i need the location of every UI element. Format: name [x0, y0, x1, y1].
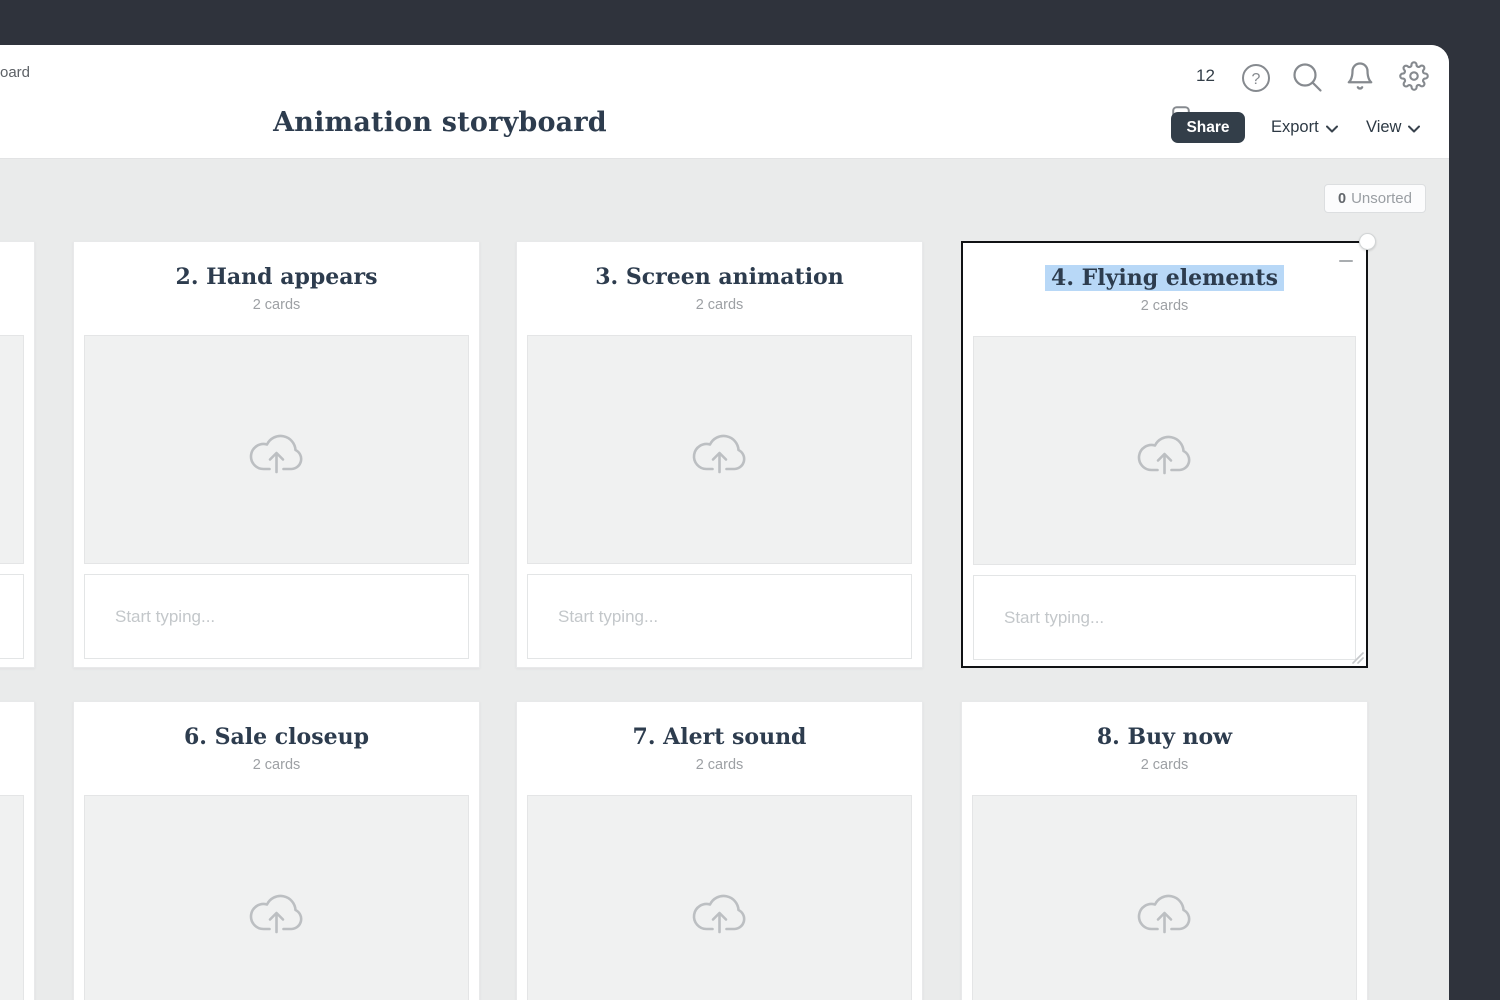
- upload-cloud-icon: [244, 422, 310, 478]
- card-count-label: 2 cards: [963, 298, 1366, 314]
- card-title-text: 6. Sale closeup: [184, 724, 369, 750]
- card-count-label: 2 cards: [962, 757, 1367, 773]
- export-button-label: Export: [1271, 118, 1319, 137]
- storyboard-card[interactable]: Start typing...: [0, 241, 35, 668]
- collapse-card-button[interactable]: [1339, 260, 1353, 262]
- image-drop-zone[interactable]: [0, 335, 24, 564]
- settings-gear-icon[interactable]: [1399, 61, 1429, 91]
- storyboard-canvas: 0 Unsorted Start typing... 2. Hand appea…: [0, 158, 1449, 1000]
- card-title[interactable]: 8. Buy now: [962, 724, 1367, 750]
- storyboard-card[interactable]: Start typing...: [0, 701, 35, 1000]
- upload-cloud-icon: [1132, 423, 1198, 479]
- storyboard-card[interactable]: 2. Hand appears 2 cards Start typing...: [73, 241, 480, 668]
- upload-cloud-icon: [244, 882, 310, 938]
- card-title[interactable]: 6. Sale closeup: [74, 724, 479, 750]
- card-text-input[interactable]: Start typing...: [527, 574, 912, 659]
- card-title-text: 2. Hand appears: [176, 264, 378, 290]
- unsorted-label: Unsorted: [1351, 190, 1412, 207]
- image-drop-zone[interactable]: [973, 336, 1356, 565]
- view-button[interactable]: View: [1366, 112, 1420, 143]
- card-count-label: 2 cards: [74, 297, 479, 313]
- card-title-text: 4. Flying elements: [1045, 265, 1284, 291]
- card-title[interactable]: 3. Screen animation: [517, 264, 922, 290]
- export-button[interactable]: Export: [1271, 112, 1338, 143]
- storyboard-card[interactable]: 3. Screen animation 2 cards Start typing…: [516, 241, 923, 668]
- chevron-down-icon: [1408, 125, 1420, 133]
- image-drop-zone[interactable]: [84, 795, 469, 1000]
- image-drop-zone[interactable]: [527, 335, 912, 564]
- resize-handle-dot[interactable]: [1359, 233, 1376, 250]
- card-text-input[interactable]: Start typing...: [973, 575, 1356, 660]
- image-drop-zone[interactable]: [84, 335, 469, 564]
- storyboard-card[interactable]: 6. Sale closeup 2 cards Start typing...: [73, 701, 480, 1000]
- card-text-input[interactable]: Start typing...: [0, 574, 24, 659]
- card-count-label: 2 cards: [74, 757, 479, 773]
- upload-cloud-icon: [687, 882, 753, 938]
- upload-cloud-icon: [1132, 882, 1198, 938]
- unsorted-badge[interactable]: 0 Unsorted: [1324, 184, 1426, 213]
- image-drop-zone[interactable]: [972, 795, 1357, 1000]
- svg-text:?: ?: [1252, 71, 1261, 88]
- help-icon[interactable]: ?: [1241, 63, 1271, 93]
- storyboard-card[interactable]: 7. Alert sound 2 cards Start typing...: [516, 701, 923, 1000]
- card-title-text: 3. Screen animation: [595, 264, 843, 290]
- image-drop-zone[interactable]: [0, 795, 24, 1000]
- card-title[interactable]: 2. Hand appears: [74, 264, 479, 290]
- card-title[interactable]: 7. Alert sound: [517, 724, 922, 750]
- resize-grip-icon[interactable]: [1350, 650, 1364, 664]
- storyboard-card[interactable]: 8. Buy now 2 cards Start typing...: [961, 701, 1368, 1000]
- storyboard-card[interactable]: 4. Flying elements 2 cards Start typing.…: [961, 241, 1368, 668]
- board-count-label: 12: [1196, 66, 1215, 86]
- screen: { "window": { "breadcrumb_tail": "oard",…: [0, 0, 1500, 1000]
- app-header: oard Animation storyboard 12 ?: [0, 45, 1449, 158]
- page-title[interactable]: Animation storyboard: [140, 107, 740, 138]
- upload-cloud-icon: [687, 422, 753, 478]
- card-title-text: 7. Alert sound: [633, 724, 807, 750]
- app-window: oard Animation storyboard 12 ?: [0, 45, 1449, 1000]
- share-button[interactable]: Share: [1171, 112, 1245, 143]
- card-title[interactable]: 4. Flying elements: [963, 265, 1366, 291]
- image-drop-zone[interactable]: [527, 795, 912, 1000]
- card-count-label: 2 cards: [517, 757, 922, 773]
- view-button-label: View: [1366, 118, 1401, 137]
- breadcrumb[interactable]: oard: [0, 64, 30, 81]
- notifications-bell-icon[interactable]: [1345, 61, 1375, 91]
- unsorted-count: 0: [1338, 191, 1346, 207]
- search-icon[interactable]: [1292, 62, 1323, 93]
- chevron-down-icon: [1326, 125, 1338, 133]
- card-title-text: 8. Buy now: [1097, 724, 1232, 750]
- card-count-label: 2 cards: [517, 297, 922, 313]
- card-text-input[interactable]: Start typing...: [84, 574, 469, 659]
